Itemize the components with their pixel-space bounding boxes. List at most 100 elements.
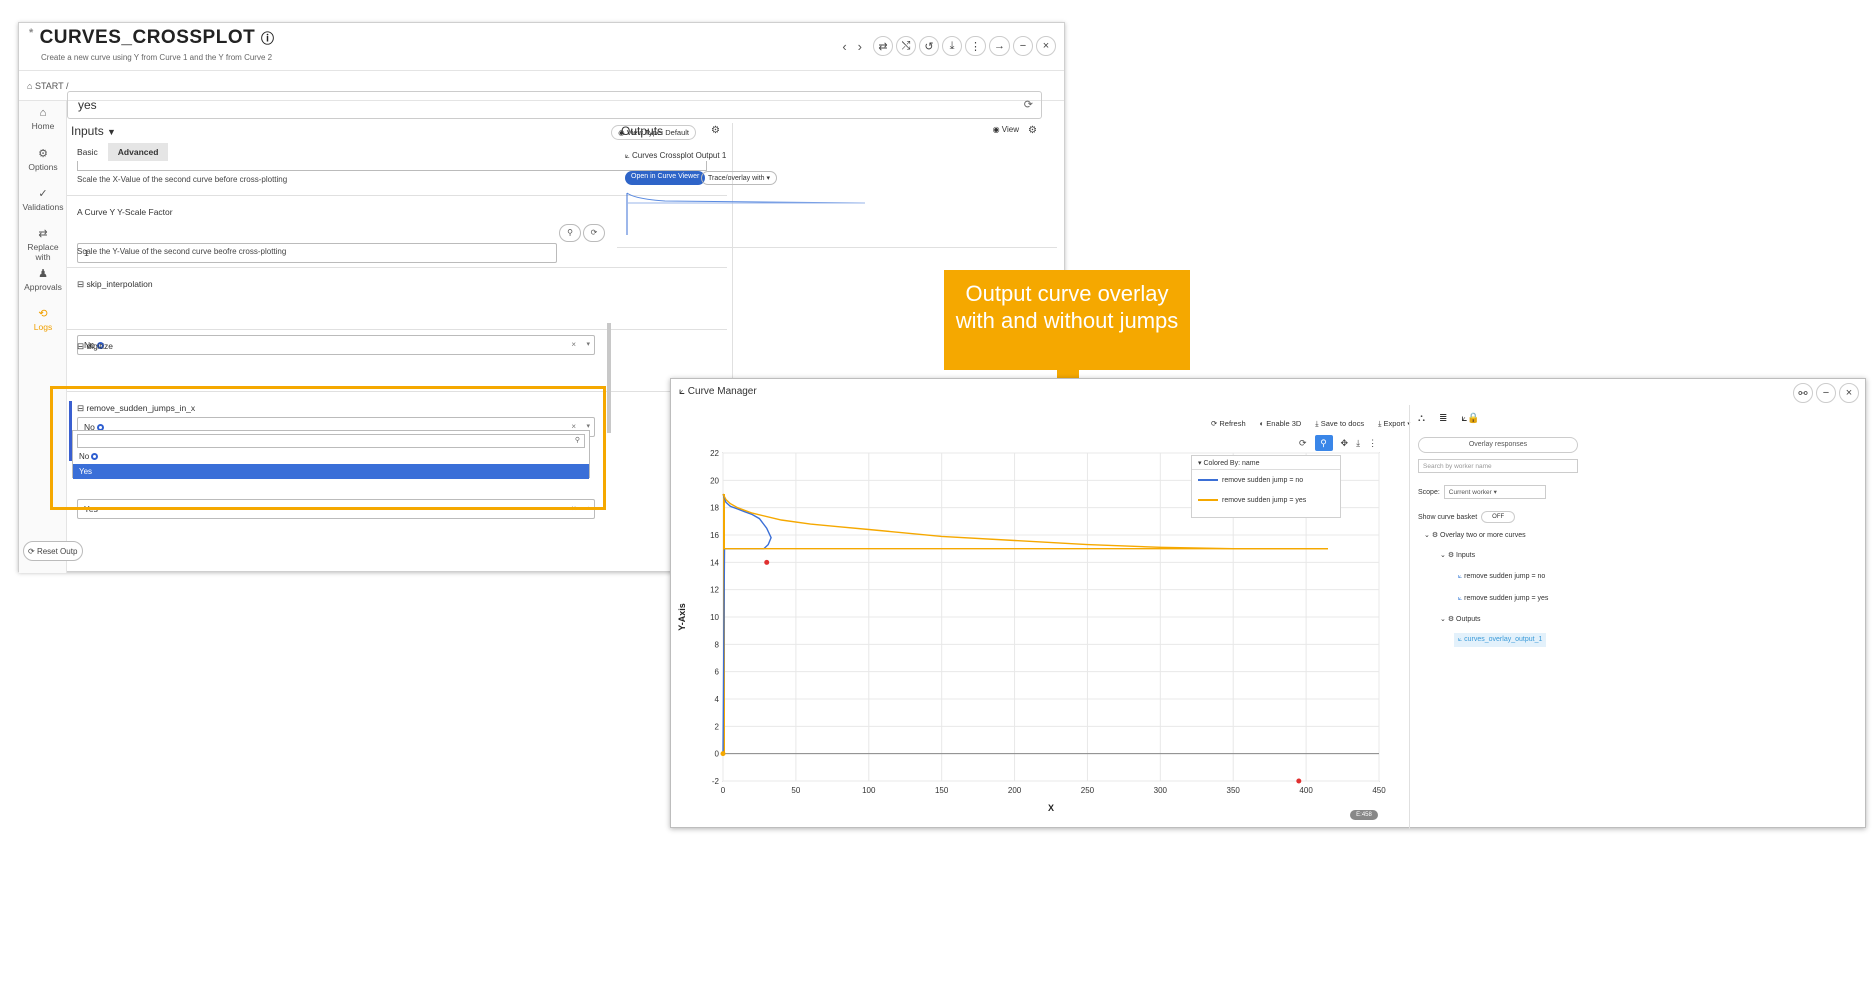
x-scale-field-tail[interactable]	[77, 161, 707, 171]
star-icon[interactable]: *	[29, 27, 34, 39]
x-tick-label: 200	[1008, 786, 1022, 795]
top-input[interactable]: yes ⟳	[67, 91, 1042, 119]
legend-item-yes[interactable]: remove sudden jump = yes	[1192, 490, 1340, 510]
home-icon[interactable]: ⌂	[27, 81, 32, 91]
output-thumbnail[interactable]	[625, 191, 869, 237]
undo-icon[interactable]: ↺	[919, 36, 939, 56]
x-tick-label: 450	[1372, 786, 1386, 795]
tree-inputs[interactable]: ⌄ ⚙ Inputs	[1440, 551, 1475, 559]
sidebar-item-home[interactable]: ⌂ Home	[19, 101, 67, 141]
gear-icon: ⚙	[38, 148, 48, 160]
x-axis-label: X	[1048, 803, 1054, 813]
download-icon[interactable]: ⤓	[1356, 438, 1360, 449]
view-button[interactable]: ◉ View	[993, 125, 1019, 134]
filter-icon[interactable]: ▼	[107, 127, 116, 137]
y-tick-label: 10	[710, 613, 719, 622]
close-icon[interactable]: ×	[1036, 36, 1056, 56]
save-to-docs-button[interactable]: ⤓ Save to docs	[1315, 419, 1364, 429]
gear-icon[interactable]: ⚙	[1028, 125, 1037, 136]
y-tick-label: 22	[710, 449, 719, 458]
download-icon[interactable]: ⤓	[942, 36, 962, 56]
window-toolbar: ‹ › ⇄ ⤭ ↺ ⤓ ⋮ → − ×	[842, 36, 1056, 56]
legend-swatch	[1198, 499, 1218, 501]
sidebar-item-validations[interactable]: ✓ Validations	[19, 181, 67, 221]
tab-advanced[interactable]: Advanced	[107, 143, 169, 161]
app-subtitle: Create a new curve using Y from Curve 1 …	[41, 53, 273, 62]
legend-header: ▾ Colored By: name	[1192, 456, 1340, 470]
output-item[interactable]: ⟀ Curves Crossplot Output 1	[625, 151, 726, 161]
sidebar-item-approvals[interactable]: ♟ Approvals	[19, 261, 67, 301]
marker-point-0	[764, 559, 770, 565]
swap-icon[interactable]: ⇄	[873, 36, 893, 56]
tree-outputs[interactable]: ⌄ ⚙ Outputs	[1440, 615, 1481, 623]
close-icon[interactable]: ×	[1839, 383, 1859, 403]
user-icon: ♟	[38, 268, 48, 280]
curve-manager-window: ⟀ Curve Manager ⚯ − × ⟳ Refresh ◐ Enable…	[670, 378, 1866, 829]
y-tick-label: 14	[710, 558, 719, 567]
tree-output-item[interactable]: ⟀ curves_overlay_output_1	[1454, 633, 1547, 647]
scope-select[interactable]: Current worker ▾	[1443, 485, 1546, 499]
tree-input-yes[interactable]: ⟀ remove sudden jump = yes	[1458, 595, 1548, 603]
x-tick-label: 350	[1227, 786, 1241, 795]
tab-basic[interactable]: Basic	[67, 143, 108, 161]
export-button[interactable]: ⤓ Export ▾	[1378, 419, 1410, 429]
basket-toggle[interactable]: OFF	[1481, 511, 1516, 523]
x-tick-label: 250	[1081, 786, 1095, 795]
home-icon: ⌂	[39, 107, 47, 119]
basket-row: Show curve basket OFF	[1418, 511, 1516, 523]
legend-swatch	[1198, 479, 1218, 481]
scrollbar[interactable]	[607, 323, 611, 433]
more-icon[interactable]: ⋮	[1368, 438, 1377, 449]
reset-zoom-icon[interactable]: ⟳	[1299, 438, 1307, 449]
pop-out-icon[interactable]: →	[989, 36, 1010, 56]
link-icon[interactable]: ⚲	[559, 224, 581, 242]
chart-lock-icon[interactable]: ⟀🔒	[1461, 413, 1479, 424]
legend-item-no[interactable]: remove sudden jump = no	[1192, 470, 1340, 490]
chart-legend: ▾ Colored By: name remove sudden jump = …	[1191, 455, 1341, 518]
x-tick-label: 100	[862, 786, 876, 795]
minimize-icon[interactable]: −	[1816, 383, 1836, 403]
curve-manager-title: ⟀ Curve Manager	[679, 386, 757, 397]
refresh-icon[interactable]: ⟳	[583, 224, 605, 242]
skip-label: ⊟ skip_interpolation	[77, 279, 153, 289]
x-tick-label: 300	[1154, 786, 1168, 795]
tree-input-no[interactable]: ⟀ remove sudden jump = no	[1458, 573, 1545, 581]
back-icon[interactable]: ‹	[842, 39, 846, 54]
forward-icon[interactable]: ›	[858, 39, 862, 54]
x-tick-label: 0	[721, 786, 726, 795]
tree-icon[interactable]: ⛬	[1418, 413, 1425, 424]
sidebar-item-options[interactable]: ⚙ Options	[19, 141, 67, 181]
minimize-icon[interactable]: −	[1013, 36, 1033, 56]
enable-3d-button[interactable]: ◐ Enable 3D	[1260, 419, 1302, 429]
open-curve-viewer-button[interactable]: Open in Curve Viewer	[625, 171, 706, 185]
x-tick-label: 50	[791, 786, 800, 795]
y-tick-label: -2	[712, 777, 720, 786]
chart-icon: ⟀	[679, 386, 688, 397]
pan-icon[interactable]: ✥	[1341, 438, 1349, 449]
app-title: * CURVES_CROSSPLOT ⓘ	[29, 27, 275, 48]
y-axis-label: Y-Axis	[677, 603, 687, 631]
trace-overlay-button[interactable]: Trace/overlay with ▾	[701, 171, 777, 185]
input-tabs: Basic Advanced	[67, 143, 169, 161]
y-tick-label: 20	[710, 476, 719, 485]
tree-root[interactable]: ⌄ ⚙ Overlay two or more curves	[1424, 531, 1526, 539]
link-icon[interactable]: ⚯	[1793, 383, 1813, 403]
y-tick-label: 18	[710, 504, 719, 513]
chart-icon: ⟀	[625, 151, 633, 160]
more-icon[interactable]: ⋮	[965, 36, 986, 56]
sidebar-item-replace[interactable]: ⇄ Replace with	[19, 221, 67, 262]
sidebar-item-logs[interactable]: ⟲ Logs	[19, 301, 67, 341]
chevron-down-icon: ⌄	[1440, 616, 1448, 623]
reset-output-button[interactable]: ⟳ Reset Outp	[23, 541, 83, 561]
status-badge: E:458	[1350, 810, 1378, 820]
refresh-button[interactable]: ⟳ Refresh	[1211, 419, 1246, 429]
y-tick-label: 0	[715, 750, 720, 759]
refresh-icon[interactable]: ⟳	[1024, 98, 1033, 111]
shuffle-icon[interactable]: ⤭	[896, 36, 916, 56]
overlay-responses-button[interactable]: Overlay responses	[1418, 437, 1578, 453]
worker-search-input[interactable]: Search by worker name	[1418, 459, 1578, 473]
divider	[617, 247, 1057, 248]
list-icon[interactable]: ≣	[1439, 413, 1447, 424]
info-icon[interactable]: ⓘ	[261, 31, 275, 46]
x-tick-label: 400	[1299, 786, 1313, 795]
